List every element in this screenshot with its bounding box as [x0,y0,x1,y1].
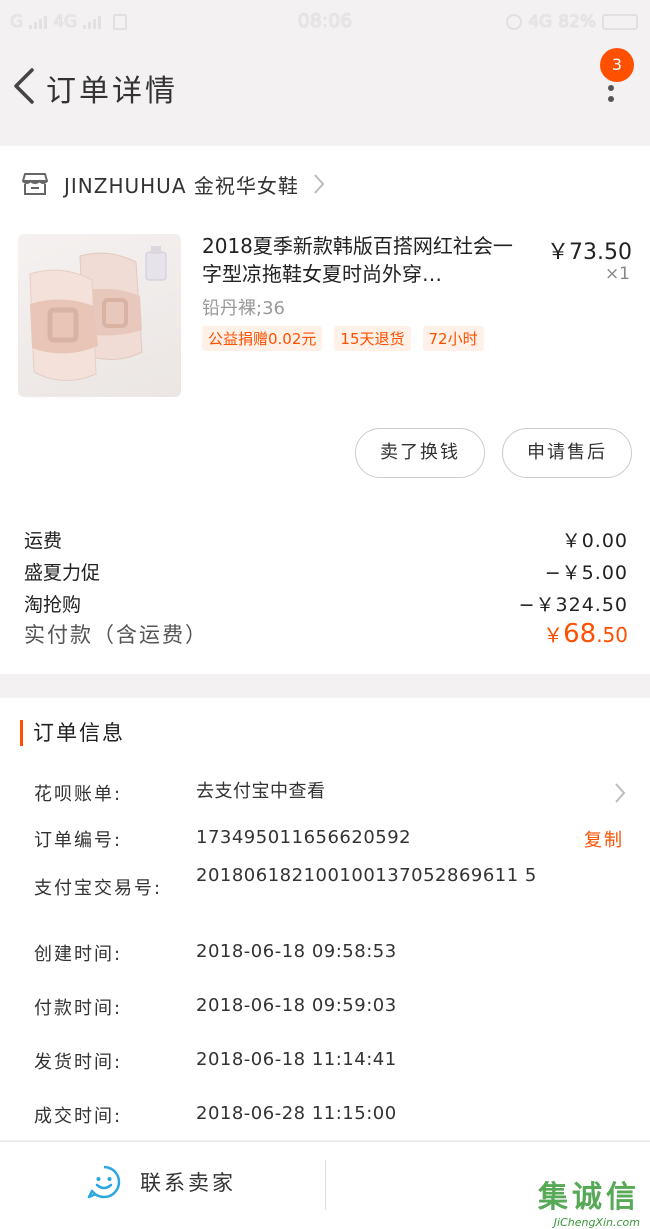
bottom-bar: 联系卖家 集诚信 JiChengXin.com [0,1141,650,1229]
info-row-completed: 成交时间: 2018-06-28 11:15:00 [34,1102,634,1130]
product-image[interactable] [18,234,181,397]
header: 订单详情 3 [0,44,650,144]
chevron-right-icon [615,783,626,803]
page-title: 订单详情 [46,74,178,109]
paid-currency: ￥ [543,623,564,647]
product-title[interactable]: 2018夏季新款韩版百搭网红社会一字型凉拖鞋女夏时尚外穿… [202,232,532,288]
info-value: 2018-06-28 11:15:00 [196,1103,397,1124]
info-key: 发货时间: [34,1052,123,1073]
order-card: JINZHUHUA 金祝华女鞋 2018夏季新款韩版百搭网红社会一字型凉拖鞋女夏… [0,146,650,674]
info-key: 付款时间: [34,998,123,1019]
chevron-right-icon [314,174,325,194]
network-label-2: 4G [528,12,553,32]
chat-face-icon [87,1165,121,1199]
back-icon[interactable] [10,66,40,106]
dot-icon [608,85,614,91]
info-key: 订单编号: [34,830,123,851]
contact-seller-button[interactable]: 联系卖家 [86,1164,236,1200]
tag-donation: 公益捐赠0.02元 [202,326,323,351]
info-key: 成交时间: [34,1106,123,1127]
tag-delivery: 72小时 [422,326,484,351]
dot-icon [608,96,614,102]
info-value: 2018-06-18 11:14:41 [196,1049,397,1070]
sandal-icon [29,246,167,382]
info-row-huabei[interactable]: 花呗账单: 去支付宝中查看 [34,780,634,808]
info-key: 创建时间: [34,944,123,965]
info-value: 173495011656620592 [196,827,412,848]
battery-icon [602,14,638,30]
paid-label: 实付款（含运费） [24,623,208,647]
shop-name: JINZHUHUA 金祝华女鞋 [64,173,299,198]
copy-button[interactable]: 复制 [584,826,624,852]
info-value: 2018-06-18 09:58:53 [196,941,397,962]
order-info-section: 订单信息 花呗账单: 去支付宝中查看 订单编号: 173495011656620… [0,698,650,1140]
info-row-paid: 付款时间: 2018-06-18 09:59:03 [34,994,634,1022]
fee-row-flash-sale: 淘抢购 −￥324.50 [24,590,628,617]
fee-row-promo: 盛夏力促 −￥5.00 [24,558,628,585]
info-key: 支付宝交易号: [34,878,163,899]
fee-label: 盛夏力促 [24,562,101,584]
info-value: 去支付宝中查看 [196,781,326,802]
info-key: 花呗账单: [34,784,123,805]
info-row-alipay-number: 支付宝交易号: 201806182100100137052869611 5 [34,864,634,914]
notification-badge: 3 [600,48,634,82]
watermark-text: 集诚信 [538,1180,640,1215]
product-quantity: ×1 [604,264,630,284]
fee-label: 淘抢购 [24,594,82,616]
paid-amount: ￥68.50 [543,619,628,649]
paid-decimal: .50 [596,623,628,647]
tag-return: 15天退货 [334,326,411,351]
store-icon [22,173,48,195]
product-price: ￥73.50 [547,240,632,265]
fee-row-shipping: 运费 ￥0.00 [24,526,628,553]
status-bar: G 4G 08:06 4G 82% [0,0,650,44]
alarm-icon [506,14,523,30]
order-info-title: 订单信息 [20,720,125,746]
contact-seller-label: 联系卖家 [140,1171,236,1195]
status-right: 4G 82% [506,12,638,32]
watermark-url: JiChengXin.com [553,1216,640,1229]
divider [325,1160,326,1210]
after-sale-button[interactable]: 申请售后 [502,428,632,478]
paid-integer: 68 [563,619,597,649]
info-value: 201806182100100137052869611 5 [196,865,537,886]
info-row-shipped: 发货时间: 2018-06-18 11:14:41 [34,1048,634,1076]
sell-button[interactable]: 卖了换钱 [355,428,485,478]
watermark-logo: 集诚信 JiChengXin.com [528,1172,640,1229]
info-row-order-number: 订单编号: 173495011656620592 复制 [34,826,634,854]
fee-label: 运费 [24,530,63,552]
fee-value: ￥0.00 [561,530,628,552]
paid-row: 实付款（含运费） ￥68.50 [24,619,628,649]
fee-value: −￥324.50 [518,594,628,616]
product-tags: 公益捐赠0.02元 15天退货 72小时 [202,326,484,351]
info-value: 2018-06-18 09:59:03 [196,995,397,1016]
info-row-created: 创建时间: 2018-06-18 09:58:53 [34,940,634,968]
shop-row[interactable]: JINZHUHUA 金祝华女鞋 [22,166,325,202]
product-sku: 铅丹裸;36 [202,298,285,319]
battery-percent: 82% [558,12,596,32]
fee-value: −￥5.00 [544,562,628,584]
